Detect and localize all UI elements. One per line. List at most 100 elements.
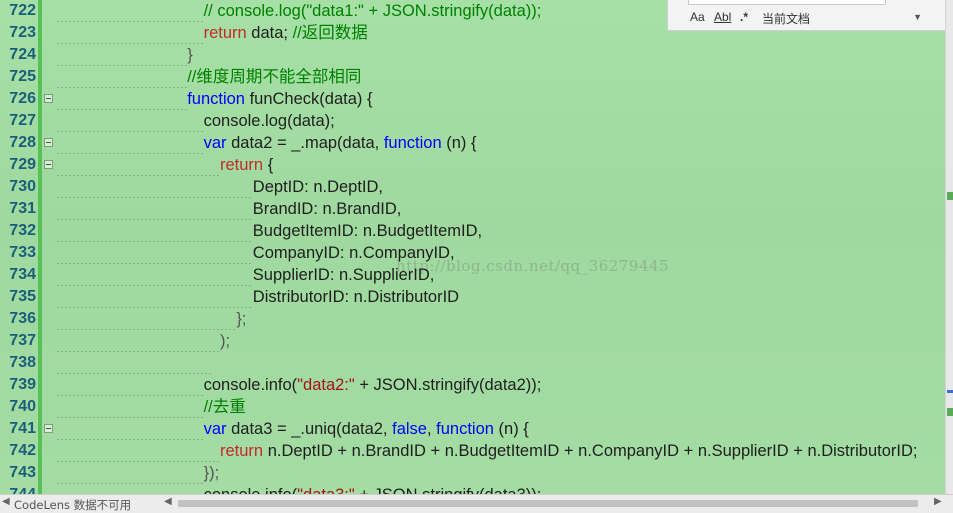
line-number: 728 (9, 134, 36, 151)
whitespace-indicator (56, 44, 188, 66)
code-line[interactable]: 740 //去重 (0, 396, 945, 418)
code-content: DeptID: n.DeptID, (56, 176, 383, 198)
scroll-left-icon[interactable]: ◀ (164, 496, 172, 507)
collapse-toggle-icon[interactable] (44, 424, 53, 433)
whitespace-indicator (56, 484, 204, 494)
find-panel: Aa Abl .* 当前文档 ▼ (667, 0, 946, 31)
code-token: console.info( (203, 376, 298, 394)
code-token: DistributorID: n.DistributorID (252, 288, 460, 306)
line-number: 737 (9, 332, 36, 349)
code-content: var data2 = _.map(data, function (n) { (56, 132, 477, 154)
code-token: , (426, 420, 437, 438)
code-token: return (203, 24, 247, 42)
chevron-down-icon[interactable]: ▼ (913, 12, 922, 22)
code-content: console.info("data3:" + JSON.stringify(d… (56, 484, 541, 494)
code-line[interactable]: 742 return n.DeptID + n.BrandID + n.Budge… (0, 440, 945, 462)
line-number: 727 (9, 112, 36, 129)
code-line[interactable]: 729 return { (0, 154, 945, 176)
whitespace-indicator (56, 22, 204, 44)
whitespace-indicator (56, 198, 253, 220)
code-line[interactable]: 733 CompanyID: n.CompanyID, (0, 242, 945, 264)
line-number: 740 (9, 398, 36, 415)
whitespace-indicator (56, 418, 204, 440)
line-number: 724 (9, 46, 36, 63)
line-number: 726 (9, 90, 36, 107)
code-token: (n) { (493, 420, 529, 438)
code-line[interactable]: 731 BrandID: n.BrandID, (0, 198, 945, 220)
whitespace-indicator (56, 0, 204, 22)
code-token: + JSON.stringify(data2)); (354, 376, 542, 394)
whitespace-indicator (56, 440, 220, 462)
line-number: 741 (9, 420, 36, 437)
scroll-right-icon[interactable]: ▶ (934, 496, 942, 507)
code-line[interactable]: 732 BudgetItemID: n.BudgetItemID, (0, 220, 945, 242)
whitespace-indicator (56, 242, 253, 264)
code-line[interactable]: 734 SupplierID: n.SupplierID, (0, 264, 945, 286)
code-token: } (187, 46, 193, 64)
whitespace-indicator (56, 330, 220, 352)
whitespace-indicator (56, 264, 253, 286)
code-token: CompanyID: n.CompanyID, (252, 244, 455, 262)
whitespace-indicator (56, 110, 204, 132)
whitespace-indicator (56, 220, 253, 242)
code-line[interactable]: 741 var data3 = _.uniq(data2, false, func… (0, 418, 945, 440)
code-editor[interactable]: http://blog.csdn.net/qq_36279445 722// c… (0, 0, 945, 494)
search-scope-select[interactable]: 当前文档 (762, 10, 810, 27)
codelens-status[interactable]: CodeLens 数据不可用 (14, 497, 131, 513)
code-token: //去重 (203, 398, 246, 416)
horizontal-scrollbar-thumb[interactable] (178, 500, 918, 507)
code-line[interactable]: 725 //维度周期不能全部相同 (0, 66, 945, 88)
collapse-toggle-icon[interactable] (44, 94, 53, 103)
code-content: return n.DeptID + n.BrandID + n.BudgetIt… (56, 440, 917, 462)
code-content: return data; //返回数据 (56, 22, 368, 44)
code-line[interactable]: 738 (0, 352, 945, 374)
code-token: data3 = _.uniq(data2, (226, 420, 393, 438)
match-case-option[interactable]: Aa (690, 10, 705, 24)
code-line[interactable]: 735 DistributorID: n.DistributorID (0, 286, 945, 308)
whitespace-indicator (56, 352, 212, 374)
code-line[interactable]: 739 console.info("data2:" + JSON.stringif… (0, 374, 945, 396)
code-line[interactable]: 727 console.log(data); (0, 110, 945, 132)
collapse-toggle-icon[interactable] (44, 160, 53, 169)
line-number: 742 (9, 442, 36, 459)
line-number: 739 (9, 376, 36, 393)
line-number: 722 (9, 2, 36, 19)
code-token: n.DeptID + n.BrandID + n.BudgetItemID + … (263, 442, 918, 460)
collapse-toggle-icon[interactable] (44, 138, 53, 147)
code-token: }); (203, 464, 220, 482)
code-content: //维度周期不能全部相同 (56, 66, 361, 88)
code-token: console.info( (204, 486, 298, 494)
code-token: false (392, 420, 427, 438)
code-line[interactable]: 744 console.info("data3:" + JSON.stringif… (0, 484, 945, 494)
find-input[interactable] (688, 0, 886, 5)
code-line[interactable]: 736}; (0, 308, 945, 330)
code-line[interactable]: 724} (0, 44, 945, 66)
chevron-left-icon[interactable]: ◀ (2, 496, 10, 507)
code-line[interactable]: 730 DeptID: n.DeptID, (0, 176, 945, 198)
whitespace-indicator (56, 308, 237, 330)
code-token: BrandID: n.BrandID, (252, 200, 402, 218)
line-number: 744 (2, 484, 36, 494)
code-token: + JSON.stringify(data3)); (355, 486, 541, 494)
code-line[interactable]: 728 var data2 = _.map(data, function (n) … (0, 132, 945, 154)
code-line[interactable]: 737); (0, 330, 945, 352)
code-content: }); (56, 462, 219, 484)
code-token: function (383, 134, 442, 152)
code-content: DistributorID: n.DistributorID (56, 286, 459, 308)
code-content: console.log(data); (56, 110, 335, 132)
code-content: var data3 = _.uniq(data2, false, functio… (56, 418, 529, 440)
code-token: "data3:" (297, 486, 355, 494)
line-number: 729 (9, 156, 36, 173)
code-line[interactable]: 726 function funCheck(data) { (0, 88, 945, 110)
code-content: SupplierID: n.SupplierID, (56, 264, 434, 286)
code-token: ); (220, 332, 231, 350)
line-number: 736 (9, 310, 36, 327)
code-content: //去重 (56, 396, 246, 418)
code-content: return { (56, 154, 273, 176)
code-line[interactable]: 743}); (0, 462, 945, 484)
vertical-scrollbar[interactable] (945, 0, 953, 494)
regex-option[interactable]: .* (740, 10, 748, 24)
whole-word-option[interactable]: Abl (714, 10, 731, 24)
code-token: function (187, 90, 245, 108)
line-number: 730 (9, 178, 36, 195)
